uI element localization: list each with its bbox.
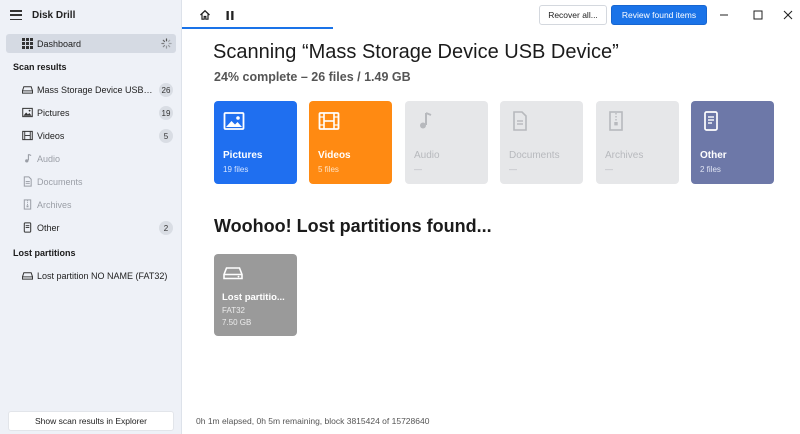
partition-size: 7.50 GB [222,318,252,327]
count-badge: 19 [159,106,173,120]
sidebar: Disk Drill Dashboard Scan results Mass S… [0,0,182,434]
review-found-items-button[interactable]: Review found items [611,5,707,25]
minimize-icon[interactable] [715,6,733,24]
tile-name: Pictures [223,150,263,161]
sidebar-item-documents: Documents [6,172,176,191]
image-icon [22,107,33,118]
file-icon [22,222,33,233]
tile-file-count: 2 files [700,165,721,174]
lost-partitions-title: Woohoo! Lost partitions found... [214,216,492,236]
hamburger-menu-icon[interactable] [10,10,22,20]
toolbar: Recover all... Review found items [182,0,800,30]
count-badge: 5 [159,129,173,143]
tile-file-count: — [414,165,422,174]
partition-name: Lost partitio... [222,292,285,303]
sidebar-item-label: Audio [37,153,61,164]
show-in-explorer-button[interactable]: Show scan results in Explorer [8,411,174,431]
tile-file-count: 5 files [318,165,339,174]
lost-partition-tile[interactable]: Lost partitio... FAT32 7.50 GB [214,254,297,336]
tile-name: Videos [318,150,351,161]
archive-icon [22,199,33,210]
sidebar-item-label: Lost partition NO NAME (FAT32) [37,270,168,281]
tile-name: Archives [605,150,644,161]
sidebar-item-dashboard[interactable]: Dashboard [6,34,176,53]
archive-icon [605,110,627,132]
count-badge: 2 [159,221,173,235]
tile-name: Other [700,150,727,161]
tile-name: Documents [509,150,560,161]
tile-file-count: — [509,165,517,174]
tile-name: Audio [414,150,440,161]
drive-icon [22,84,33,95]
status-bar: 0h 1m elapsed, 0h 5m remaining, block 38… [196,416,430,426]
scan-progress-text: 24% complete – 26 files / 1.49 GB [214,70,411,84]
sidebar-item-other[interactable]: Other 2 [6,218,176,237]
tile-file-count: 19 files [223,165,249,174]
close-icon[interactable] [779,6,797,24]
drive-icon [22,270,33,281]
sidebar-item-label: Other [37,222,60,233]
tile-file-count: — [605,165,613,174]
sidebar-item-label: Archives [37,199,72,210]
category-tile-videos[interactable]: Videos 5 files [309,101,392,184]
film-icon [22,130,33,141]
sidebar-item-label: Documents [37,176,83,187]
partition-filesystem: FAT32 [222,306,245,315]
scan-results-heading: Scan results [13,62,67,72]
dashboard-grid-icon [22,38,33,49]
document-icon [509,110,531,132]
file-icon [700,110,722,132]
lost-partitions-heading: Lost partitions [13,248,76,258]
music-note-icon [414,110,436,132]
active-tab-indicator [182,27,333,29]
drive-icon [223,263,243,283]
category-tile-archives: Archives — [596,101,679,184]
sidebar-item-label: Mass Storage Device USB D... [37,84,155,95]
sidebar-item-lost-partition[interactable]: Lost partition NO NAME (FAT32) [6,266,176,285]
sidebar-item-pictures[interactable]: Pictures 19 [6,103,176,122]
pause-icon[interactable] [223,8,237,22]
sidebar-item-archives: Archives [6,195,176,214]
count-badge: 26 [159,83,173,97]
category-tile-audio: Audio — [405,101,488,184]
sidebar-item-device[interactable]: Mass Storage Device USB D... 26 [6,80,176,99]
scanning-spinner-icon [161,38,172,49]
page-title: Scanning “Mass Storage Device USB Device… [213,41,619,63]
category-tile-other[interactable]: Other 2 files [691,101,774,184]
document-icon [22,176,33,187]
sidebar-item-videos[interactable]: Videos 5 [6,126,176,145]
category-tile-documents: Documents — [500,101,583,184]
sidebar-item-audio: Audio [6,149,176,168]
music-note-icon [22,153,33,164]
app-header: Disk Drill [0,0,182,30]
app-title: Disk Drill [32,9,76,21]
image-icon [223,110,245,132]
category-tile-pictures[interactable]: Pictures 19 files [214,101,297,184]
maximize-icon[interactable] [749,6,767,24]
recover-all-button[interactable]: Recover all... [539,5,607,25]
film-icon [318,110,340,132]
sidebar-item-label: Pictures [37,107,70,118]
sidebar-item-label: Dashboard [37,38,82,49]
home-icon[interactable] [198,8,212,22]
sidebar-item-label: Videos [37,130,65,141]
